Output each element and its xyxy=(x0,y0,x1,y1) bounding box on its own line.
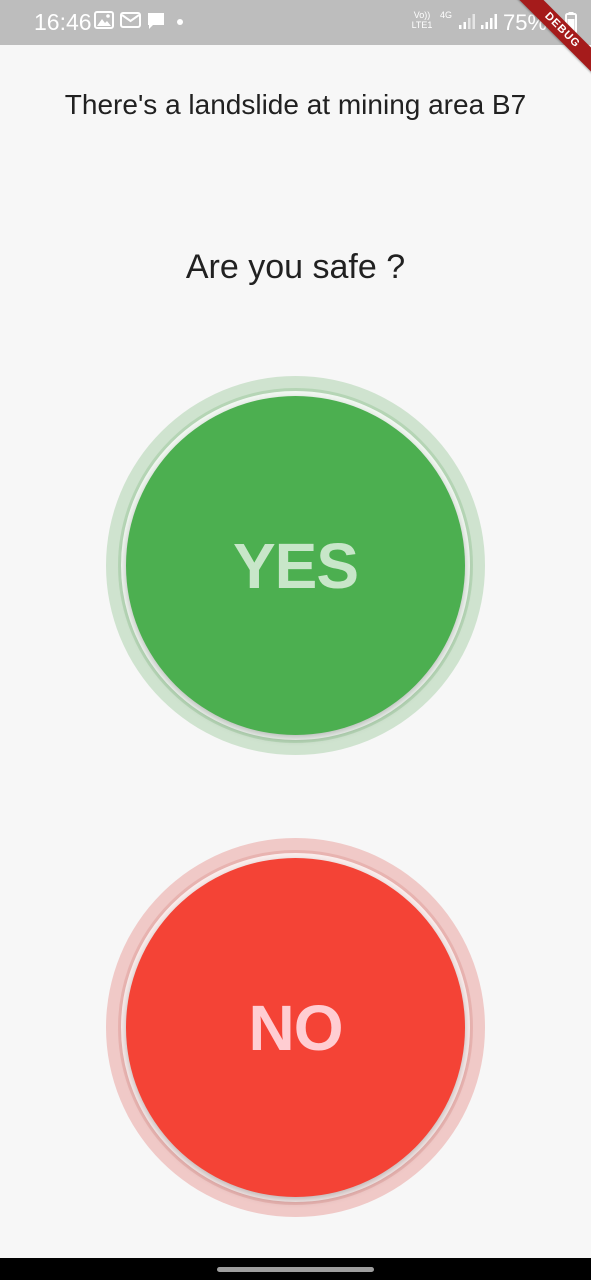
navigation-bar xyxy=(0,1258,591,1280)
alert-title: There's a landslide at mining area B7 xyxy=(64,89,527,120)
image-icon xyxy=(94,11,114,29)
status-bar: 16:46 Vo)) LTE1 4G 75% xyxy=(0,0,591,45)
yes-button[interactable]: YES xyxy=(126,396,465,735)
yes-button-container: YES xyxy=(106,376,485,755)
mail-icon xyxy=(120,12,141,28)
chat-icon xyxy=(148,13,164,29)
yes-button-label: YES xyxy=(232,529,359,602)
4g-icon: 4G xyxy=(439,10,452,20)
signal-icon xyxy=(459,14,475,29)
no-button[interactable]: NO xyxy=(126,858,465,1197)
status-time: 16:46 xyxy=(34,9,92,35)
no-button-container: NO xyxy=(106,838,485,1217)
no-button-label: NO xyxy=(248,991,344,1064)
notification-dot-icon xyxy=(177,19,183,25)
screen: 16:46 Vo)) LTE1 4G 75% DEBUG There's a l… xyxy=(0,0,591,1280)
safety-question: Are you safe ? xyxy=(185,248,406,286)
volte-icon: Vo)) LTE1 xyxy=(411,10,433,30)
signal-icon xyxy=(481,14,497,29)
home-gesture-handle[interactable] xyxy=(217,1267,374,1272)
